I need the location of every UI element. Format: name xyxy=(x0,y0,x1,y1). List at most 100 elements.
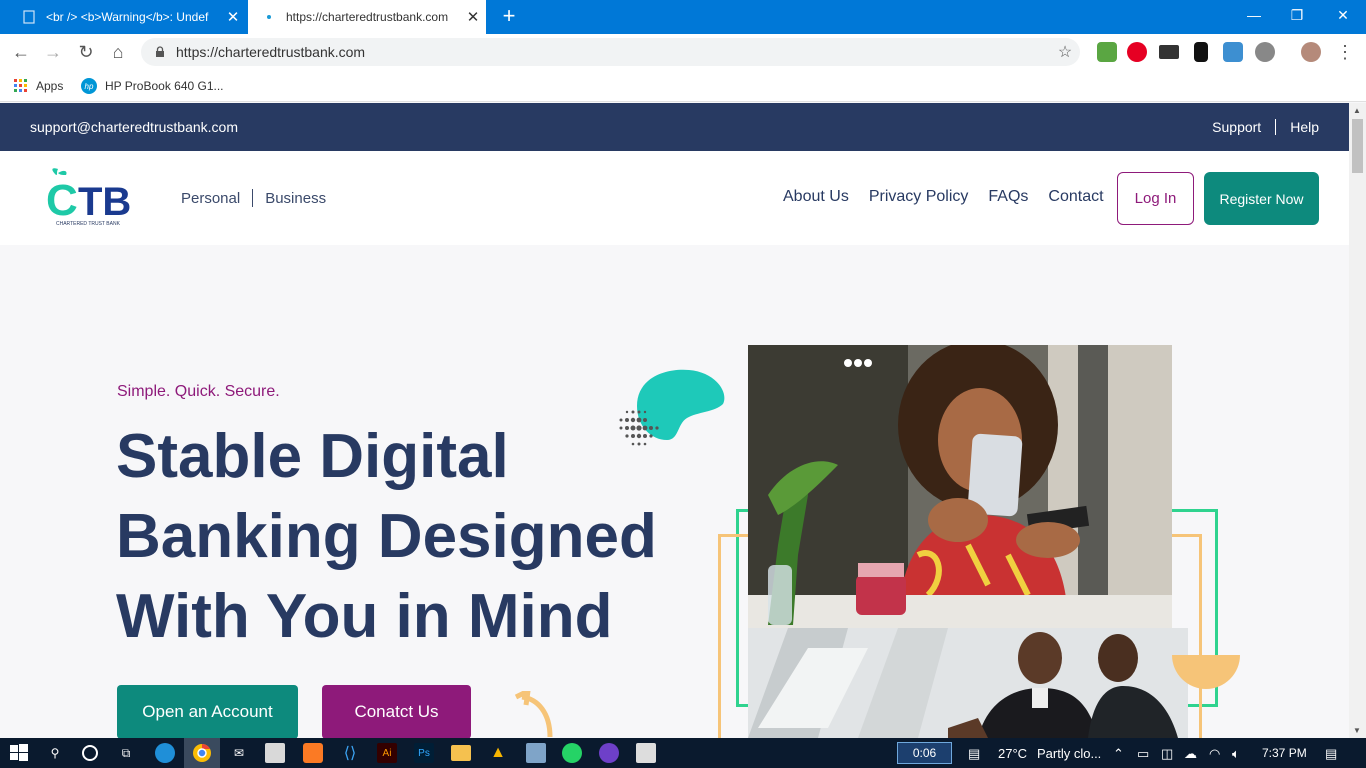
menu-kebab-icon[interactable]: ⋮ xyxy=(1333,40,1357,64)
github-desktop-icon[interactable] xyxy=(599,743,619,763)
show-hidden-icons-chevron-icon[interactable]: ⌃ xyxy=(1113,746,1124,762)
bookmark-star-icon[interactable]: ☆ xyxy=(1050,42,1080,62)
pinterest-icon[interactable] xyxy=(1127,42,1147,62)
nav-contact[interactable]: Contact xyxy=(1048,188,1103,206)
web-page: support@charteredtrustbank.com Support H… xyxy=(0,103,1349,738)
hp-icon: hp xyxy=(81,78,97,94)
nav-faqs[interactable]: FAQs xyxy=(988,188,1028,206)
weather-temp[interactable]: 27°C xyxy=(998,746,1027,761)
contact-us-button[interactable]: Conatct Us xyxy=(322,685,471,738)
apps-grid-icon xyxy=(14,79,27,92)
new-tab-button[interactable]: + xyxy=(497,5,521,29)
browser-tabstrip: <br /> <b>Warning</b>: Undef ✕ https://c… xyxy=(0,0,1366,34)
address-url: https://charteredtrustbank.com xyxy=(176,44,366,60)
bookmark-apps[interactable]: Apps xyxy=(14,77,63,95)
scroll-up-arrow-icon[interactable]: ▲ xyxy=(1353,106,1361,115)
svg-text:C: C xyxy=(46,176,78,225)
site-header: C TB CHARTERED TRUST BANK Personal Busin… xyxy=(0,151,1349,245)
cortana-icon[interactable] xyxy=(80,743,100,763)
extension-icon[interactable] xyxy=(1097,42,1117,62)
page-scrollbar[interactable]: ▲ ▼ xyxy=(1349,103,1366,738)
search-icon[interactable]: ⚲ xyxy=(45,743,65,763)
top-info-bar: support@charteredtrustbank.com Support H… xyxy=(0,103,1349,151)
hero-tagline: Simple. Quick. Secure. xyxy=(117,383,280,400)
mail-icon[interactable]: ✉ xyxy=(229,743,249,763)
open-account-button[interactable]: Open an Account xyxy=(117,685,298,738)
file-explorer-icon[interactable] xyxy=(451,745,471,761)
document-icon xyxy=(23,10,35,24)
hero-title: Stable Digital Banking Designed With You… xyxy=(116,422,657,651)
scroll-down-arrow-icon[interactable]: ▼ xyxy=(1353,726,1361,735)
chess-icon[interactable] xyxy=(1194,42,1208,62)
lock-icon xyxy=(156,46,164,57)
camera-icon[interactable]: ◫ xyxy=(1161,746,1173,762)
tab-charteredtrustbank[interactable]: https://charteredtrustbank.com ✕ xyxy=(248,0,486,34)
divider xyxy=(1275,119,1277,135)
profile-avatar[interactable] xyxy=(1301,42,1321,62)
close-window-button[interactable]: ✕ xyxy=(1320,0,1366,30)
hero-photo-woman-phone xyxy=(748,345,1172,628)
close-tab-icon[interactable]: ✕ xyxy=(220,8,246,26)
google-drive-icon[interactable]: ▲ xyxy=(488,743,508,763)
support-link[interactable]: Support xyxy=(1212,119,1261,135)
bookmark-hp[interactable]: hp HP ProBook 640 G1... xyxy=(81,77,224,95)
svg-text:hp: hp xyxy=(85,82,94,91)
register-button[interactable]: Register Now xyxy=(1204,172,1319,225)
help-link[interactable]: Help xyxy=(1290,119,1319,135)
weather-description[interactable]: Partly clo... xyxy=(1037,746,1101,761)
windows-start-icon[interactable] xyxy=(9,743,29,763)
photos-icon[interactable] xyxy=(636,743,656,763)
notepad-icon[interactable] xyxy=(526,743,546,763)
gear-icon[interactable] xyxy=(1255,42,1275,62)
nav-privacy-policy[interactable]: Privacy Policy xyxy=(869,188,969,206)
forward-button[interactable]: → xyxy=(41,40,65,64)
timer-display[interactable]: 0:06 xyxy=(897,742,952,764)
nav-about-us[interactable]: About Us xyxy=(783,188,849,206)
tab-title: <br /> <b>Warning</b>: Undef xyxy=(46,10,209,24)
reload-button[interactable]: ↻ xyxy=(74,40,98,64)
blob-decoration xyxy=(619,369,725,446)
business-link[interactable]: Business xyxy=(265,190,326,207)
chrome-taskbar-button[interactable] xyxy=(184,738,220,768)
support-email-link[interactable]: support@charteredtrustbank.com xyxy=(30,119,238,135)
tab-warning[interactable]: <br /> <b>Warning</b>: Undef ✕ xyxy=(8,0,246,34)
photoshop-icon[interactable]: Ps xyxy=(414,743,434,763)
curved-arrow-decoration xyxy=(514,691,553,738)
wifi-icon[interactable]: ◠ xyxy=(1209,746,1220,762)
news-icon[interactable]: ▤ xyxy=(968,746,980,762)
minimize-button[interactable]: — xyxy=(1231,0,1277,30)
vscode-icon[interactable]: ⟨⟩ xyxy=(340,743,360,763)
volume-icon[interactable]: 🔈︎ xyxy=(1232,746,1240,762)
task-view-icon[interactable]: ⧉ xyxy=(116,743,136,763)
xampp-icon[interactable] xyxy=(303,743,323,763)
back-button[interactable]: ← xyxy=(9,40,33,64)
edge-icon[interactable] xyxy=(155,743,175,763)
onedrive-cloud-icon[interactable]: ☁ xyxy=(1184,746,1197,762)
whatsapp-icon[interactable] xyxy=(562,743,582,763)
scrollbar-thumb[interactable] xyxy=(1352,119,1363,173)
chrome-icon xyxy=(193,744,211,762)
extension-icon[interactable] xyxy=(1223,42,1243,62)
store-icon[interactable] xyxy=(265,743,285,763)
segment-switch: Personal Business xyxy=(181,189,326,207)
svg-text:CHARTERED TRUST BANK: CHARTERED TRUST BANK xyxy=(56,221,121,227)
notifications-icon[interactable]: ▤ xyxy=(1325,746,1337,762)
clock[interactable]: 7:37 PM xyxy=(1262,746,1307,760)
battery-icon[interactable]: ▭ xyxy=(1137,746,1149,762)
home-button[interactable]: ⌂ xyxy=(106,40,130,64)
restore-button[interactable]: ❐ xyxy=(1274,0,1320,30)
ctb-logo[interactable]: C TB CHARTERED TRUST BANK xyxy=(46,167,136,227)
personal-link[interactable]: Personal xyxy=(181,190,240,207)
hero-photo-office xyxy=(748,628,1188,738)
bookmarks-bar: Apps hp HP ProBook 640 G1... xyxy=(0,70,1366,102)
tab-title: https://charteredtrustbank.com xyxy=(286,10,449,24)
bookmark-label: Apps xyxy=(36,79,64,93)
main-nav: About Us Privacy Policy FAQs Contact xyxy=(783,188,1104,206)
close-tab-icon[interactable]: ✕ xyxy=(460,8,486,26)
address-bar[interactable]: https://charteredtrustbank.com ☆ xyxy=(141,38,1080,66)
divider xyxy=(252,189,254,207)
extension-icon[interactable] xyxy=(1159,45,1179,59)
windows-taskbar: ⚲ ⧉ ✉ ⟨⟩ Ai Ps ▲ 0:06 ▤ 27°C Partly clo.… xyxy=(0,738,1366,768)
illustrator-icon[interactable]: Ai xyxy=(377,743,397,763)
login-button[interactable]: Log In xyxy=(1117,172,1194,225)
